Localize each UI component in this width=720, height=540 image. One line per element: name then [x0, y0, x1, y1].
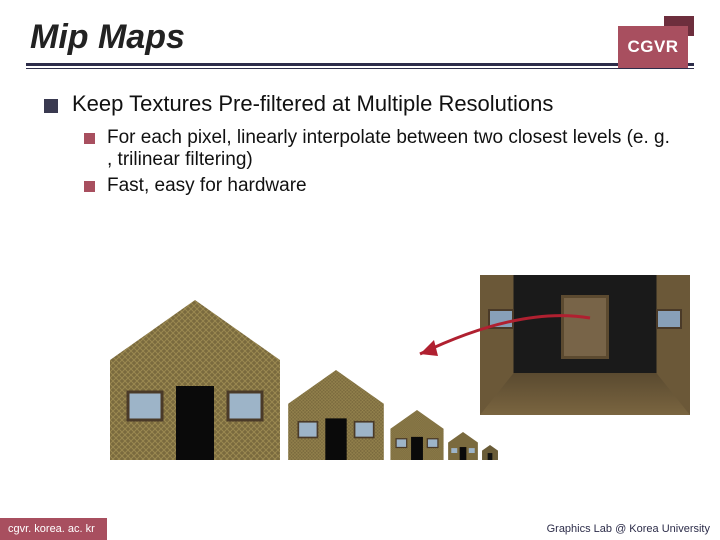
bullet-text: Fast, easy for hardware: [107, 175, 307, 197]
footer-credit: Graphics Lab @ Korea University: [547, 523, 720, 535]
mip-level-2: [390, 410, 444, 460]
mip-level-4: [482, 445, 498, 460]
header-rule-thick: [26, 63, 694, 66]
mip-level-3: [448, 432, 478, 460]
bullet-level2: For each pixel, linearly interpolate bet…: [84, 127, 676, 171]
slide-header: Mip Maps CGVR: [0, 0, 720, 57]
slide-footer: cgvr. korea. ac. kr Graphics Lab @ Korea…: [0, 518, 720, 540]
brand-badge: CGVR: [618, 16, 694, 72]
bullet-level2: Fast, easy for hardware: [84, 175, 676, 197]
sub-bullets: For each pixel, linearly interpolate bet…: [44, 127, 676, 197]
bullet-level1: Keep Textures Pre-filtered at Multiple R…: [44, 91, 676, 117]
arrow-icon: [400, 310, 600, 370]
footer-url: cgvr. korea. ac. kr: [0, 518, 107, 540]
mip-level-0: [110, 300, 280, 460]
slide-body: Keep Textures Pre-filtered at Multiple R…: [0, 69, 720, 197]
bullet-text: For each pixel, linearly interpolate bet…: [107, 127, 676, 171]
bullet-text: Keep Textures Pre-filtered at Multiple R…: [72, 91, 553, 117]
illustration-area: [0, 300, 720, 500]
square-bullet-icon: [84, 133, 95, 144]
slide-title: Mip Maps: [30, 18, 690, 57]
square-bullet-icon: [44, 99, 58, 113]
brand-badge-label: CGVR: [618, 26, 688, 68]
mip-level-1: [288, 370, 384, 460]
square-bullet-icon: [84, 181, 95, 192]
